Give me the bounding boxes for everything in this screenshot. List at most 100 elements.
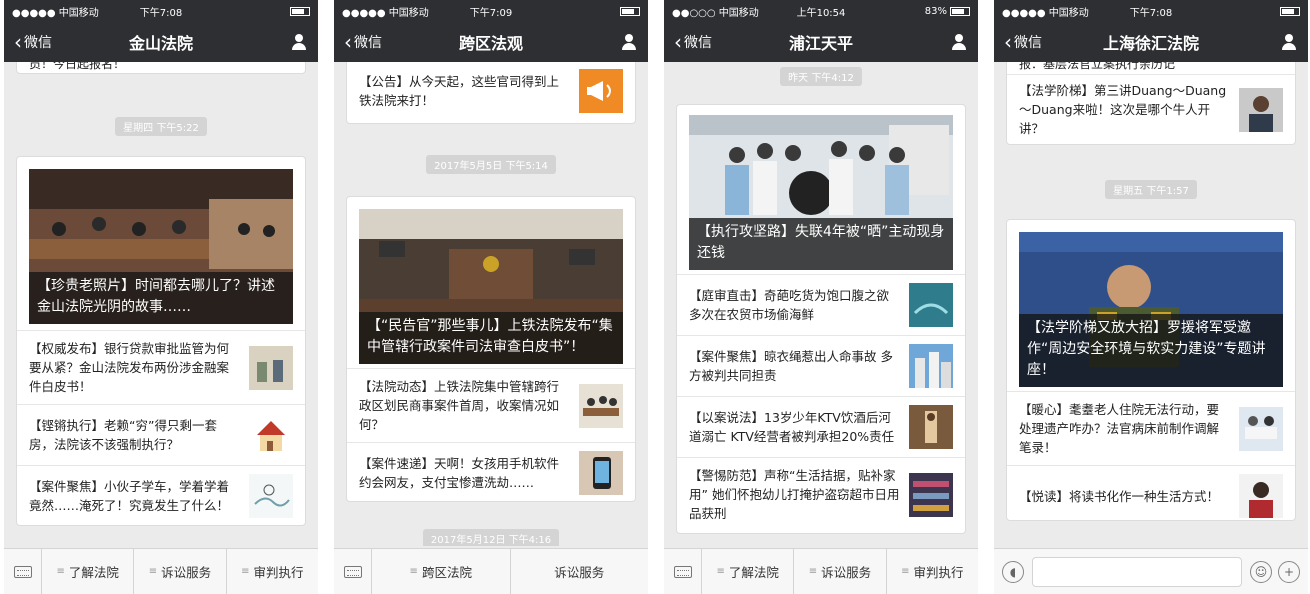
item-text: 【案件聚焦】小伙子学车，学着学着竟然……淹死了！究竟发生了什么！ [29, 479, 230, 513]
list-item[interactable]: 【法院动态】上铁法院集中管辖跨行政区划民商事案件首周，收案情况如何？ [347, 368, 635, 442]
menu-litigation-service[interactable]: ≡ 诉讼服务 [794, 549, 887, 594]
carrier-label: ●●●●● 中国移动 [1002, 7, 1089, 19]
reading-photo [1239, 474, 1283, 518]
battery-icon [290, 6, 310, 16]
house-illustration [249, 413, 293, 457]
meeting-photo [579, 383, 623, 428]
list-item[interactable]: 【铿锵执行】老赖“穷”得只剩一套房，法院该不该强制执行？ [17, 404, 305, 465]
menu-label: 诉讼服务 [821, 565, 872, 580]
article-card[interactable]: 【“民告官”那些事儿】上铁法院发布“集中管辖行政案件司法审查白皮书”！ 【法院动… [346, 196, 636, 502]
keyboard-toggle[interactable] [664, 549, 702, 594]
battery-icon [620, 6, 640, 16]
supermarket-photo [909, 472, 953, 517]
menu-list-icon: ≡ [808, 566, 818, 577]
ktv-photo [909, 405, 953, 449]
chat-content: 【公告】从今天起，这些官司得到上铁法院来打！ 2017年5月5日 下午5:14 … [334, 62, 648, 546]
list-item[interactable]: 【悦读】将读书化作一种生活方式！ [1007, 465, 1295, 526]
hero-caption: 【执行攻坚路】失联4年被“晒”主动现身还钱 [689, 218, 953, 270]
voice-icon: ◖ [1009, 564, 1017, 579]
chevron-left-icon: ‹ [1004, 30, 1012, 54]
menu-trial-execution[interactable]: ≡ 审判执行 [887, 549, 978, 594]
back-button[interactable]: ‹ 微信 [14, 32, 52, 52]
list-item[interactable]: 【庭审直击】奇葩吃货为饱口腹之欲 多次在农贸市场偷海鲜 [677, 274, 965, 335]
list-item[interactable]: 【法学阶梯】第三讲Duang～Duang～Duang来啦！这次是哪个牛人开讲？ [1007, 74, 1295, 144]
list-item[interactable]: 【以案说法】13岁少年KTV饮酒后河道溺亡 KTV经营者被判承担20%责任 [677, 396, 965, 457]
item-text: 【庭审直击】奇葩吃货为饱口腹之欲 多次在农贸市场偷海鲜 [689, 288, 890, 322]
list-item[interactable]: 【案件速递】天啊！女孩用手机软件约会网友，支付宝惨遭洗劫…… [347, 442, 635, 503]
keyboard-toggle[interactable] [4, 549, 42, 594]
portrait-photo [1239, 87, 1283, 132]
phone-xuhui: ●●●●● 中国移动 下午7:08 ‹ 微信 上海徐汇法院 报：基层法官立案执行亲… [994, 0, 1308, 594]
hero-article[interactable]: 【“民告官”那些事儿】上铁法院发布“集中管辖行政案件司法审查白皮书”！ [359, 209, 623, 364]
keyboard-toggle[interactable] [334, 549, 372, 594]
back-button[interactable]: ‹ 微信 [344, 32, 382, 52]
list-item[interactable]: 【案件聚焦】小伙子学车，学着学着竟然……淹死了！究竟发生了什么！ [17, 465, 305, 526]
previous-card[interactable]: 员！今日起报名！ [16, 62, 306, 74]
battery-icon [1280, 6, 1300, 16]
back-button[interactable]: ‹ 微信 [674, 32, 712, 52]
back-button[interactable]: ‹ 微信 [1004, 32, 1042, 52]
more-options-button[interactable]: + [1278, 560, 1300, 583]
chat-content: 昨天 下午4:12 【执行攻坚路】失联4年被“晒”主动现身还钱 【庭审直击】奇葩… [664, 62, 978, 546]
voice-input-button[interactable]: ◖ [1002, 560, 1024, 583]
seafood-photo [909, 283, 953, 327]
back-label: 微信 [24, 35, 52, 51]
list-item[interactable]: 【公告】从今天起，这些官司得到上铁法院来打！ [347, 62, 635, 123]
status-icons [620, 6, 640, 16]
item-text: 【悦读】将读书化作一种生活方式！ [1019, 488, 1220, 504]
list-item[interactable]: 【警惕防范】声称“生活拮据，贴补家用” 她们怀抱幼儿打掩护盗窃超市日用品获刑 [677, 457, 965, 531]
message-input[interactable] [1032, 556, 1242, 587]
phone-jinshan: ●●●●● 中国移动 下午7:08 ‹ 微信 金山法院 员！今日起报名！ 星期四 … [4, 0, 318, 594]
hospital-photo [1239, 406, 1283, 451]
phone-kuaqu: ●●●●● 中国移动 下午7:09 ‹ 微信 跨区法观 【公告】从今天起，这些官司… [334, 0, 648, 594]
hero-article[interactable]: 【法学阶梯又放大招】罗援将军受邀作“周边安全环境与软实力建设”专题讲座！ [1019, 232, 1283, 387]
menu-bar: ≡ 跨区法院 诉讼服务 [334, 548, 648, 594]
hero-article[interactable]: 【执行攻坚路】失联4年被“晒”主动现身还钱 [689, 115, 953, 270]
list-item[interactable]: 【权威发布】银行贷款审批监管为何要从紧？金山法院发布两份涉金融案件白皮书！ [17, 330, 305, 404]
user-profile-icon[interactable] [290, 33, 308, 51]
menu-list-icon: ≡ [901, 566, 910, 577]
user-profile-icon[interactable] [950, 33, 968, 51]
list-item[interactable]: 【案件聚焦】晾衣绳惹出人命事故 多方被判共同担责 [677, 335, 965, 396]
user-profile-icon[interactable] [1280, 33, 1298, 51]
hero-article[interactable]: 【珍贵老照片】时间都去哪儿了？讲述金山法院光阴的故事…… [29, 169, 293, 324]
chat-content: 员！今日起报名！ 星期四 下午5:22 【珍贵老照片】时间都去哪儿了？讲述金山法… [4, 62, 318, 546]
carrier-label: ●●●●● 中国移动 [12, 7, 99, 19]
user-profile-icon[interactable] [620, 33, 638, 51]
menu-litigation-service[interactable]: ≡ 诉讼服务 [134, 549, 227, 594]
nav-bar: ‹ 微信 浦江天平 [664, 22, 978, 62]
menu-label: 了解法院 [728, 565, 779, 580]
item-text: 【暖心】耄耋老人住院无法行动，要处理遗产咋办？法官病床前制作调解笔录！ [1019, 402, 1220, 455]
nav-bar: ‹ 微信 上海徐汇法院 [994, 22, 1308, 62]
status-icons [1280, 6, 1300, 16]
menu-cross-region-court[interactable]: ≡ 跨区法院 [372, 549, 511, 594]
previous-card[interactable]: 【公告】从今天起，这些官司得到上铁法院来打！ [346, 62, 636, 124]
menu-litigation-service[interactable]: 诉讼服务 [511, 549, 649, 594]
menu-list-icon: ≡ [716, 566, 725, 577]
article-card[interactable]: 【执行攻坚路】失联4年被“晒”主动现身还钱 【庭审直击】奇葩吃货为饱口腹之欲 多… [676, 104, 966, 534]
menu-about-court[interactable]: ≡ 了解法院 [702, 549, 795, 594]
emoji-icon: ☺ [1254, 564, 1268, 579]
chevron-left-icon: ‹ [344, 30, 352, 54]
emoji-button[interactable]: ☺ [1250, 560, 1272, 583]
nav-bar: ‹ 微信 跨区法观 [334, 22, 648, 62]
list-item[interactable]: 【暖心】耄耋老人住院无法行动，要处理遗产咋办？法官病床前制作调解笔录！ [1007, 391, 1295, 465]
menu-trial-execution[interactable]: ≡ 审判执行 [227, 549, 318, 594]
menu-label: 审判执行 [913, 565, 964, 580]
previous-card[interactable]: 报：基层法官立案执行亲历记 【法学阶梯】第三讲Duang～Duang～Duang… [1006, 62, 1296, 145]
keyboard-icon [673, 565, 692, 578]
timestamp: 昨天 下午4:12 [664, 66, 978, 86]
plus-icon: + [1283, 564, 1295, 579]
input-bar: ◖ ☺ + [994, 548, 1308, 594]
menu-label: 跨区法院 [421, 565, 472, 580]
chat-content: 报：基层法官立案执行亲历记 【法学阶梯】第三讲Duang～Duang～Duang… [994, 62, 1308, 546]
thumbnail-image [249, 345, 293, 390]
menu-about-court[interactable]: ≡ 了解法院 [42, 549, 135, 594]
menu-label: 诉讼服务 [554, 565, 605, 580]
menu-label: 了解法院 [68, 565, 119, 580]
article-card[interactable]: 【法学阶梯又放大招】罗援将军受邀作“周边安全环境与软实力建设”专题讲座！ 【暖心… [1006, 219, 1296, 521]
item-text: 【公告】从今天起，这些官司得到上铁法院来打！ [359, 74, 560, 108]
item-text: 【案件聚焦】晾衣绳惹出人命事故 多方被判共同担责 [689, 349, 893, 383]
snippet-text: 报：基层法官立案执行亲历记 [1019, 62, 1176, 71]
article-card[interactable]: 【珍贵老照片】时间都去哪儿了？讲述金山法院光阴的故事…… 【权威发布】银行贷款审… [16, 156, 306, 526]
